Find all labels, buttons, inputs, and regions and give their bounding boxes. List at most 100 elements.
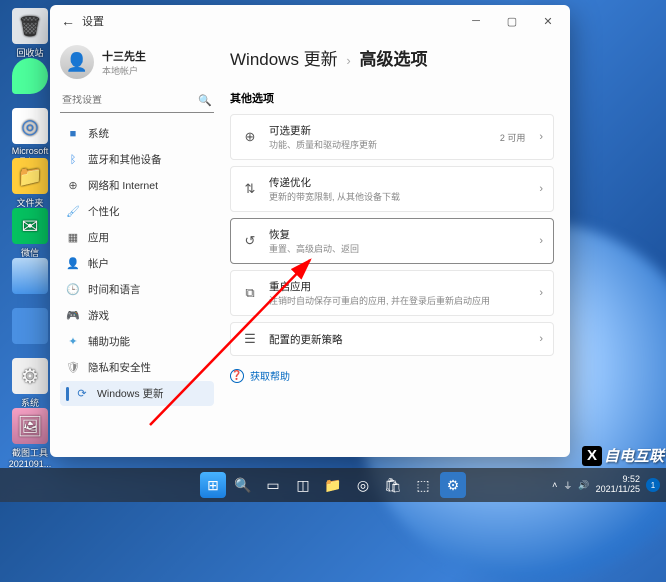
- help-label: 获取帮助: [250, 368, 290, 383]
- option-card-1[interactable]: ⇅传递优化更新的带宽限制, 从其他设备下载›: [230, 166, 554, 212]
- nav-icon: ᛒ: [66, 153, 80, 167]
- tray-network-icon[interactable]: ⏚: [563, 479, 572, 492]
- tray-chevron-icon[interactable]: ˄: [552, 480, 557, 490]
- card-title: 传递优化: [269, 175, 529, 190]
- card-icon: ⇅: [241, 181, 259, 197]
- option-card-2[interactable]: ↺恢复重置、高级启动、返回›: [230, 218, 554, 264]
- chevron-right-icon: ›: [539, 287, 543, 299]
- sidebar-item-6[interactable]: 🕒 时间和语言: [60, 277, 214, 302]
- get-help-link[interactable]: ❓ 获取帮助: [230, 368, 554, 383]
- card-title: 配置的更新策略: [269, 332, 529, 347]
- section-heading: 其他选项: [230, 90, 554, 106]
- nav-icon: ⊕: [66, 179, 80, 193]
- notification-icon[interactable]: 1: [646, 478, 660, 492]
- window-title: 设置: [82, 13, 458, 29]
- nav-label: 应用: [88, 230, 109, 245]
- sidebar-item-5[interactable]: 👤帐户: [60, 251, 214, 276]
- taskbar-explorer-icon[interactable]: 📁: [320, 472, 346, 498]
- tray-volume-icon[interactable]: 🔊: [578, 480, 589, 491]
- card-title: 重启应用: [269, 279, 529, 294]
- taskbar-store-icon[interactable]: 🛍: [380, 472, 406, 498]
- maximize-button[interactable]: ▢: [494, 7, 530, 35]
- sidebar-item-1[interactable]: ᛒ 蓝牙和其他设备: [60, 147, 214, 172]
- desktop-icon-snip[interactable]: 🖼截图工具 2021091...: [6, 408, 54, 469]
- option-card-4[interactable]: ☰ 配置的更新策略 ›: [230, 322, 554, 356]
- sidebar-item-8[interactable]: ✦ 辅助功能: [60, 329, 214, 354]
- nav-label: 个性化: [88, 204, 120, 219]
- breadcrumb-parent[interactable]: Windows 更新: [230, 50, 338, 69]
- sidebar-item-10[interactable]: ⟳Windows 更新: [60, 381, 214, 406]
- sidebar-item-4[interactable]: ▦ 应用: [60, 225, 214, 250]
- nav-icon: 👤: [66, 257, 80, 271]
- user-profile[interactable]: 👤 十三先生 本地帐户: [60, 41, 214, 89]
- sidebar-item-7[interactable]: 🎮 游戏: [60, 303, 214, 328]
- card-subtitle: 功能、质量和驱动程序更新: [269, 138, 490, 151]
- nav-label: 蓝牙和其他设备: [88, 152, 162, 167]
- sidebar-item-3[interactable]: 🖌 个性化: [60, 199, 214, 224]
- desktop-icon-recycle-bin[interactable]: 🗑回收站: [6, 8, 54, 59]
- desktop-icon-app[interactable]: [6, 258, 54, 296]
- main-panel: Windows 更新 › 高级选项 其他选项 ⊕ 可选更新功能、质量和驱动程序更新…: [220, 37, 570, 457]
- taskbar-search-icon[interactable]: 🔍: [230, 472, 256, 498]
- close-button[interactable]: ✕: [530, 7, 566, 35]
- taskbar-settings-icon[interactable]: ⚙: [440, 472, 466, 498]
- chevron-right-icon: ›: [539, 131, 543, 143]
- widgets-button[interactable]: ◫: [290, 472, 316, 498]
- sidebar: 👤 十三先生 本地帐户 🔍 ■ 系统 ᛒ 蓝牙和其他设备 ⊕网络和 Internet 🖌 个…: [50, 37, 220, 457]
- card-icon: ⧉: [241, 285, 259, 301]
- nav-icon: ▦: [66, 231, 80, 245]
- option-card-3[interactable]: ⧉ 重启应用注销时自动保存可重启的应用, 并在登录后重新启动应用 ›: [230, 270, 554, 316]
- sidebar-item-9[interactable]: 🛡 隐私和安全性: [60, 355, 214, 380]
- start-button[interactable]: ⊞: [200, 472, 226, 498]
- nav-label: Windows 更新: [97, 386, 164, 401]
- settings-window: ← 设置 ─ ▢ ✕ 👤 十三先生 本地帐户 🔍 ■ 系统 ᛒ 蓝牙和其他设备 ⊕网络和…: [50, 5, 570, 457]
- chevron-right-icon: ›: [539, 235, 543, 247]
- card-icon: ⊕: [241, 129, 259, 145]
- taskbar-edge-icon[interactable]: ◎: [350, 472, 376, 498]
- search-input[interactable]: [62, 95, 198, 106]
- desktop-icon-folder[interactable]: 📁文件夹: [6, 158, 54, 209]
- avatar: 👤: [60, 45, 94, 79]
- card-meta: 2 可用: [500, 131, 526, 144]
- task-view-button[interactable]: ▭: [260, 472, 286, 498]
- search-icon: 🔍: [198, 94, 212, 107]
- card-subtitle: 注销时自动保存可重启的应用, 并在登录后重新启动应用: [269, 294, 529, 307]
- desktop-icon-system[interactable]: ⚙系统: [6, 358, 54, 409]
- search-input-wrap[interactable]: 🔍: [60, 89, 214, 113]
- taskbar: ⊞ 🔍 ▭ ◫ 📁 ◎ 🛍 ⬚ ⚙ ˄ ⏚ 🔊 9:52 2021/11/25 …: [0, 468, 666, 502]
- chevron-right-icon: ›: [539, 183, 543, 195]
- back-button[interactable]: ←: [54, 13, 82, 29]
- chevron-right-icon: ›: [539, 333, 543, 345]
- option-card-0[interactable]: ⊕ 可选更新功能、质量和驱动程序更新 2 可用 ›: [230, 114, 554, 160]
- sidebar-item-0[interactable]: ■ 系统: [60, 121, 214, 146]
- desktop-icon-wechat[interactable]: ✉微信: [6, 208, 54, 259]
- nav-label: 系统: [88, 126, 109, 141]
- breadcrumb-current: 高级选项: [360, 50, 428, 69]
- nav-label: 游戏: [88, 308, 109, 323]
- nav-label: 时间和语言: [88, 282, 141, 297]
- system-tray[interactable]: ˄ ⏚ 🔊 9:52 2021/11/25 1: [552, 475, 660, 495]
- card-title: 可选更新: [269, 123, 490, 138]
- card-icon: ↺: [241, 233, 259, 249]
- user-sub: 本地帐户: [102, 64, 146, 77]
- help-icon: ❓: [230, 369, 244, 383]
- user-name: 十三先生: [102, 48, 146, 64]
- nav-icon: ✦: [66, 335, 80, 349]
- nav-icon: 🎮: [66, 309, 80, 323]
- desktop-icon-app[interactable]: [6, 58, 54, 96]
- nav-icon: 🛡: [66, 361, 80, 375]
- desktop-icon-app[interactable]: [6, 308, 54, 346]
- nav-icon: 🖌: [66, 205, 80, 219]
- nav-icon: 🕒: [66, 283, 80, 297]
- sidebar-item-2[interactable]: ⊕网络和 Internet: [60, 173, 214, 198]
- breadcrumb: Windows 更新 › 高级选项: [230, 45, 554, 70]
- minimize-button[interactable]: ─: [458, 7, 494, 35]
- card-subtitle: 重置、高级启动、返回: [269, 242, 529, 255]
- nav-icon: ■: [66, 127, 80, 141]
- nav-label: 辅助功能: [88, 334, 130, 349]
- taskbar-app-icon[interactable]: ⬚: [410, 472, 436, 498]
- chevron-right-icon: ›: [346, 53, 350, 68]
- nav-label: 隐私和安全性: [88, 360, 151, 375]
- taskbar-clock[interactable]: 9:52 2021/11/25: [596, 475, 640, 495]
- card-icon: ☰: [241, 331, 259, 347]
